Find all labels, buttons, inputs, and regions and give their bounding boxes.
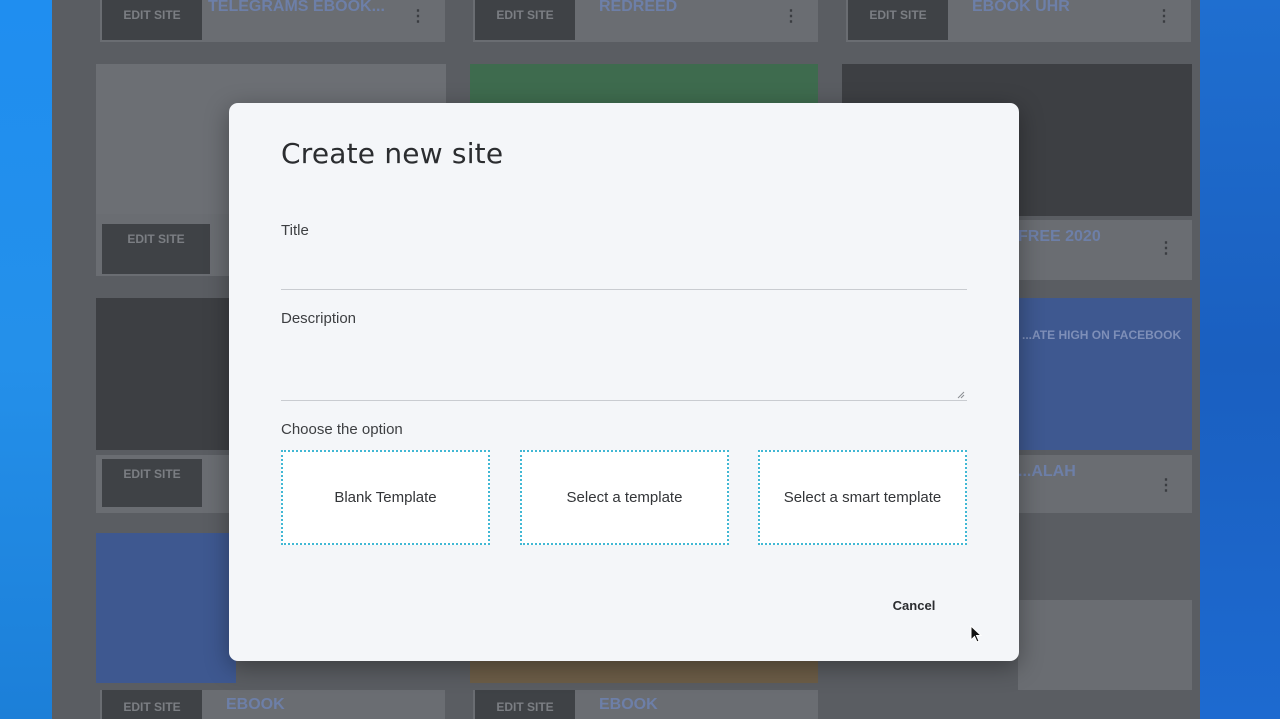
choose-option-label: Choose the option <box>281 421 403 438</box>
more-vertical-icon: ⋮ <box>1156 8 1172 25</box>
edit-site-button: EDIT SITE <box>475 0 575 40</box>
description-textarea[interactable] <box>281 341 967 397</box>
edit-site-button: EDIT SITE <box>102 690 202 719</box>
description-field-label: Description <box>281 310 357 327</box>
desktop-wallpaper-right <box>1200 0 1280 719</box>
site-card: EDIT SITE EBOOK UHR ⋮ <box>846 0 1191 42</box>
select-template-option[interactable]: Select a template <box>520 450 729 545</box>
site-card-title: TELEGRAMS EBOOK... <box>208 0 385 15</box>
site-card-title: FREE 2020 <box>1018 228 1101 245</box>
dialog-title: Create new site <box>281 137 504 170</box>
create-site-dialog: Create new site Title Description Choose… <box>229 103 1019 661</box>
site-card-title: REDREED <box>599 0 678 15</box>
site-card-info: ...ALAH ⋮ <box>1018 455 1192 513</box>
description-field-underline <box>281 400 967 401</box>
mouse-cursor-icon <box>970 625 983 643</box>
title-field-underline <box>281 289 967 290</box>
site-thumbnail: ...ATE HIGH ON FACEBOOK <box>1018 298 1192 450</box>
site-card-title: EBOOK UHR <box>972 0 1070 15</box>
site-card: EDIT SITE REDREED ⋮ <box>473 0 818 42</box>
edit-site-button: EDIT SITE <box>102 459 202 507</box>
site-card <box>470 64 818 104</box>
more-vertical-icon: ⋮ <box>1158 477 1174 494</box>
more-vertical-icon: ⋮ <box>410 8 426 25</box>
site-card: EDIT SITE EBOOK <box>100 690 445 719</box>
edit-site-button: EDIT SITE <box>848 0 948 40</box>
site-thumbnail <box>470 661 818 683</box>
edit-site-button: EDIT SITE <box>475 690 575 719</box>
blank-template-option[interactable]: Blank Template <box>281 450 490 545</box>
edit-site-button: EDIT SITE <box>102 0 202 40</box>
site-card-info <box>1018 600 1192 690</box>
smart-template-option[interactable]: Select a smart template <box>758 450 967 545</box>
desktop-wallpaper-left <box>0 0 52 719</box>
site-thumbnail <box>96 533 236 683</box>
site-card-info: EDIT SITE <box>96 455 236 513</box>
more-vertical-icon: ⋮ <box>783 8 799 25</box>
site-card-title: ...ALAH <box>1018 463 1076 480</box>
title-field-label: Title <box>281 222 309 239</box>
site-card: EDIT SITE EBOOK <box>473 690 818 719</box>
site-thumbnail <box>470 64 818 104</box>
site-card-info: FREE 2020 ⋮ <box>1018 220 1192 280</box>
title-input[interactable] <box>281 255 967 285</box>
site-card-title: EBOOK <box>599 696 658 713</box>
cancel-button[interactable]: Cancel <box>879 596 949 616</box>
site-thumbnail <box>96 298 236 450</box>
site-card-title: ...ATE HIGH ON FACEBOOK <box>1022 328 1182 342</box>
site-card: EDIT SITE TELEGRAMS EBOOK... ⋮ <box>100 0 445 42</box>
edit-site-button: EDIT SITE <box>102 224 210 274</box>
more-vertical-icon: ⋮ <box>1158 240 1174 257</box>
site-card-title: EBOOK <box>226 696 285 713</box>
resize-grip-icon[interactable] <box>957 391 965 399</box>
